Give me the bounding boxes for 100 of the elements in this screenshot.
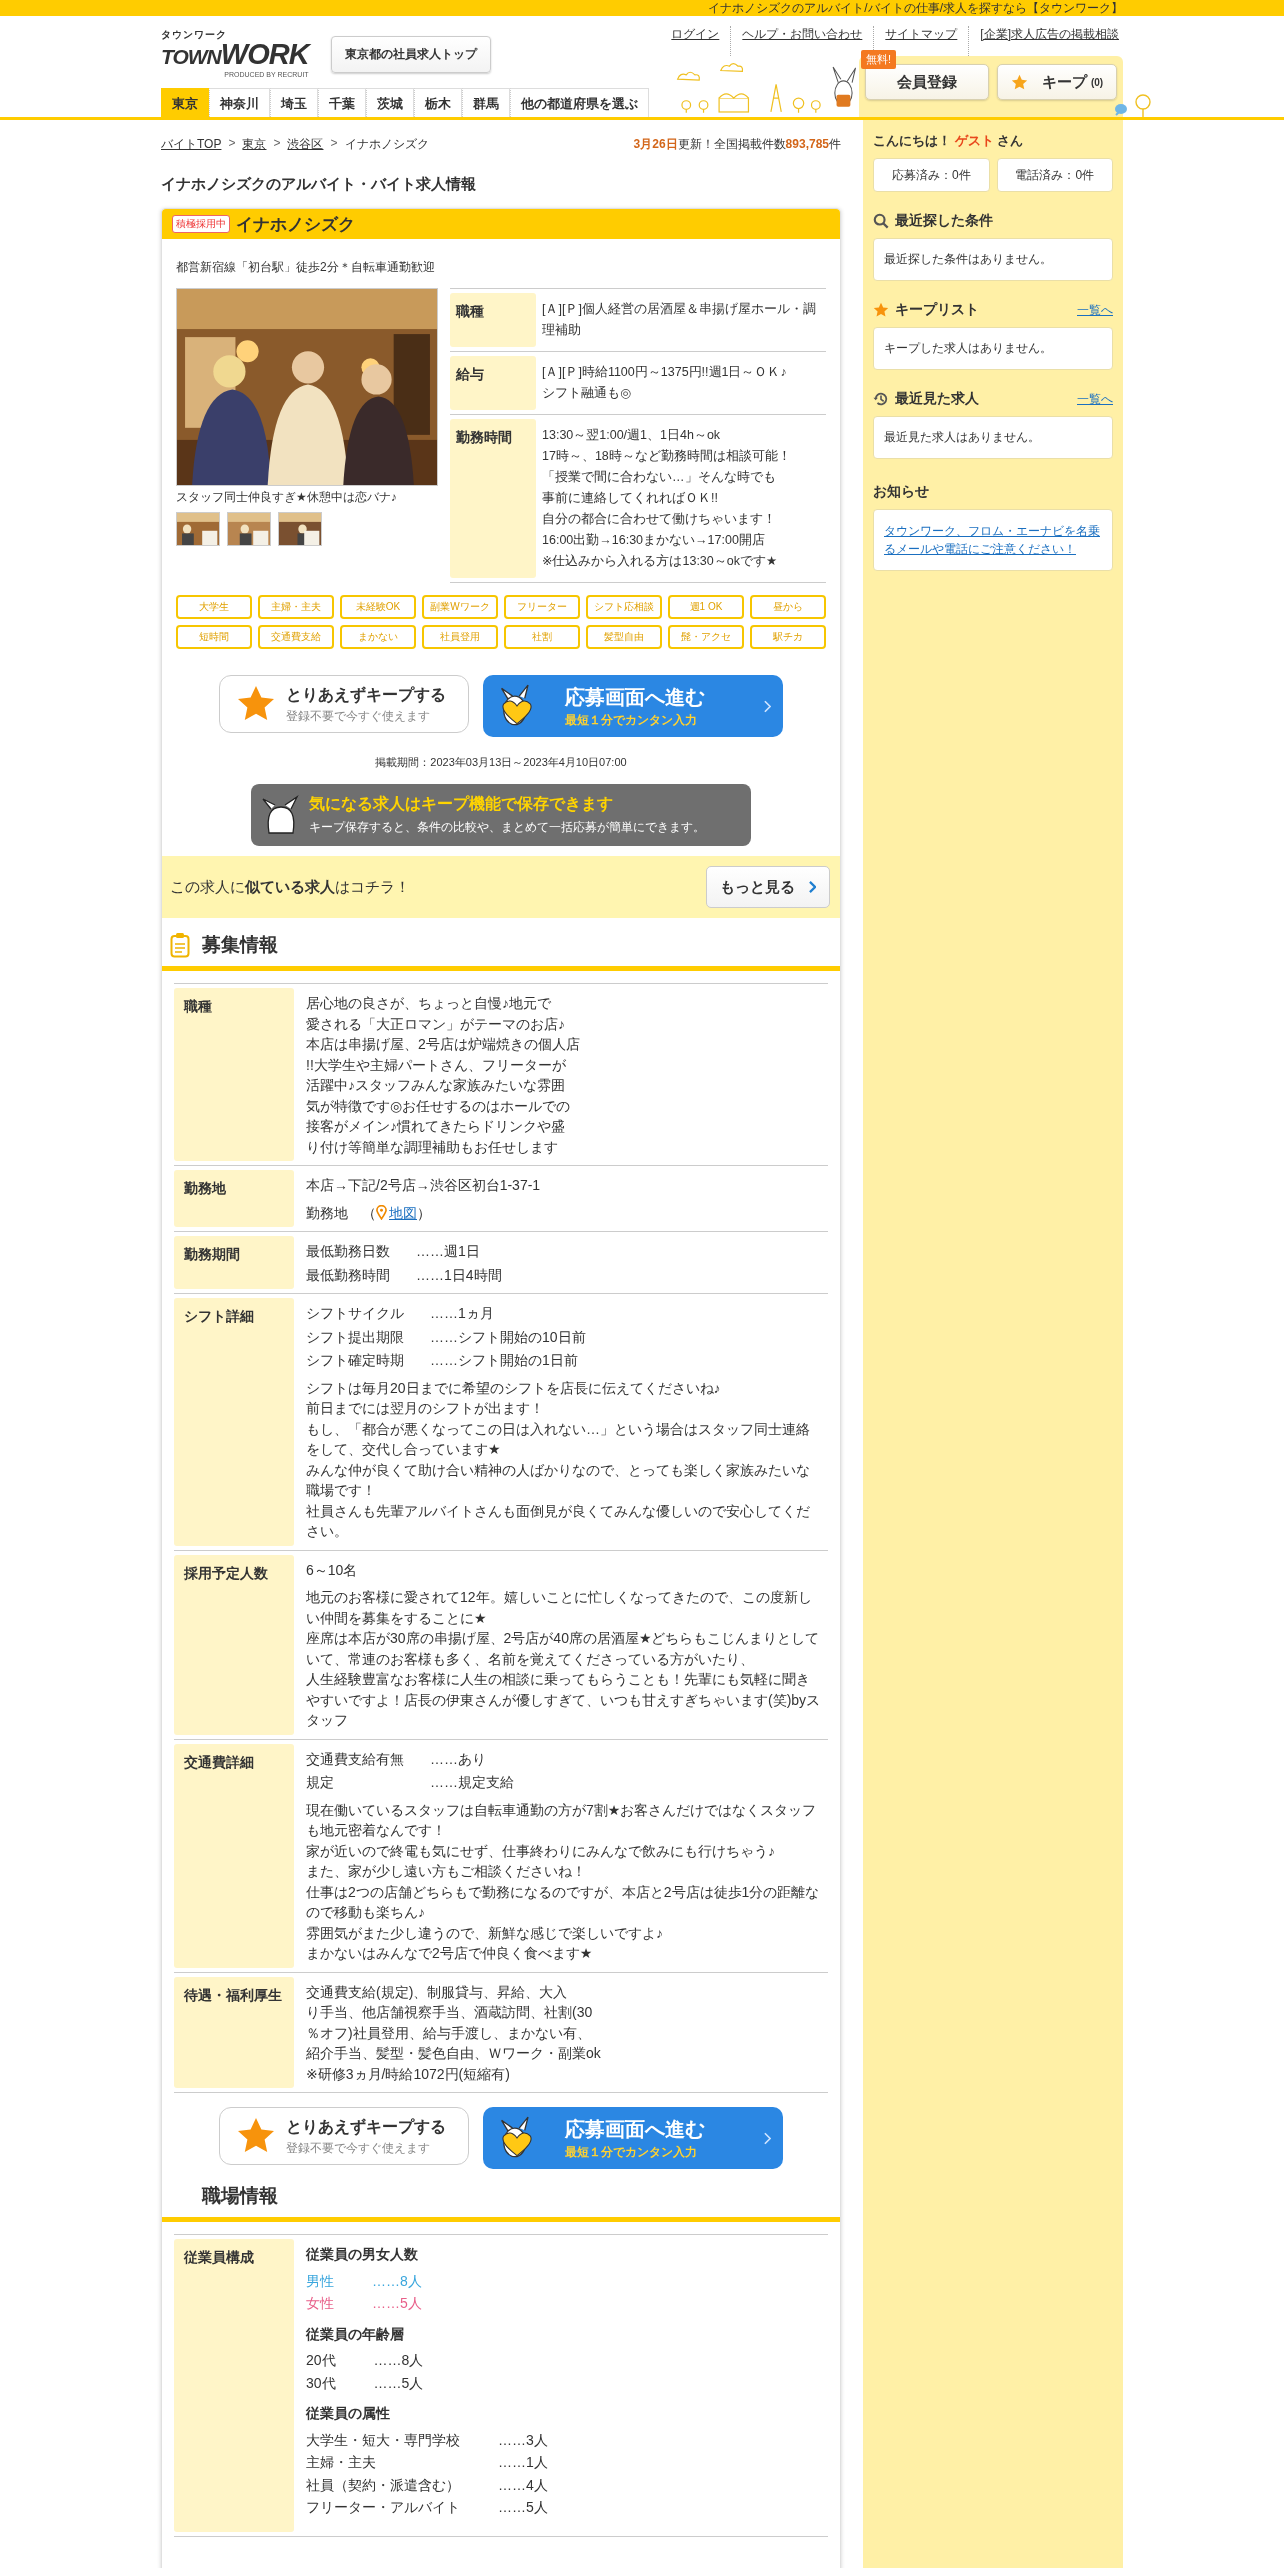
breadcrumb-separator: > [330, 136, 338, 152]
keep-button[interactable]: とりあえずキープする 登録不要で今すぐ使えます [219, 2107, 469, 2165]
register-button[interactable]: 会員登録 [865, 64, 989, 100]
detail-key: 女性 [306, 2293, 334, 2314]
view-all-link[interactable]: 一覧へ [1077, 301, 1113, 319]
detail-key: 最低勤務時間 [306, 1264, 390, 1285]
detail-value: ……規定支給 [430, 1773, 514, 1792]
prefecture-tab[interactable]: 栃木 [414, 88, 462, 117]
detail-label: 交通費詳細 [174, 1743, 294, 1968]
prefecture-tab[interactable]: 茨城 [366, 88, 414, 117]
see-more-button[interactable]: もっと見る [706, 866, 830, 908]
banner-title: 気になる求人はキープ機能で保存できます [309, 794, 614, 815]
map-pin-icon [376, 1205, 387, 1221]
prefecture-tab[interactable]: 千葉 [318, 88, 366, 117]
page-title: イナホノシズクのアルバイト・バイト求人情報 [161, 175, 477, 194]
feature-tag: 週1 OK [668, 595, 744, 619]
detail-label: 従業員構成 [174, 2239, 294, 2532]
star-icon [873, 302, 889, 318]
logo-wordmark[interactable]: TOWNWORK [161, 40, 309, 69]
breadcrumb-separator: > [273, 136, 281, 152]
detail-label: 職種 [174, 988, 294, 1161]
feature-tag: シフト応相談 [586, 595, 662, 619]
detail-key: フリーター・アルバイト [306, 2497, 460, 2518]
greeting-text: こんにちは！ ゲスト さん [873, 132, 1025, 150]
clipboard-icon [170, 932, 190, 958]
detail-label: 待遇・福利厚生 [174, 1976, 294, 2088]
feature-tag: 短時間 [176, 625, 252, 649]
prefecture-tab[interactable]: 他の都道府県を選ぶ [510, 88, 649, 117]
update-notice: 3月26日更新！全国掲載件数893,785件 [633, 136, 841, 153]
detail-text: シフトは毎月20日までに希望のシフトを店長に伝えてくださいね♪ 前日までには翌月のシフトが出ます！ もし、「都合が悪くなってこの日は入れない…」という場合はスタッフ同士連絡をして、交代し合っています★ みんな仲が良くて助け合い精神の人ばかりなので、とっても楽しく家族みたいな職場です！ 社員さんも先輩アルバイトさんも面倒見が良くてみんな優しいので安心してください。 [306, 1378, 811, 1541]
site-tagline: イナホノシズクのアルバイト/バイトの仕事/求人を探すなら【タウンワーク】 [708, 1, 1123, 15]
summary-label: 職種 [450, 293, 536, 347]
prefecture-tab[interactable]: 神奈川 [209, 88, 270, 117]
sidebar-heading: キープリスト [895, 301, 980, 319]
breadcrumb-link[interactable]: バイトTOP [161, 136, 222, 153]
breadcrumb-separator: > [228, 136, 236, 152]
detail-value: ……あり [430, 1749, 487, 1769]
status-counter[interactable]: 応募済み：0件 [873, 158, 990, 192]
job-name: イナホノシズク [236, 213, 355, 236]
detail-key: 20代 [306, 2350, 336, 2371]
apply-button[interactable]: 応募画面へ進む 最短１分でカンタン入力 [483, 675, 783, 737]
detail-text: 地元のお客様に愛されて12年。嬉しいことに忙しくなってきたので、この度新しい仲間を募集をすることに★ 座席は本店が30席の串揚げ屋、2号店が40席の居酒屋★どちらもこじんまりとしていて、常連のお客様も多く、名前を覚えてくださっている方がいたり、 人生経験豊富なお客様に人生の相談に乗ってもらうことも！先輩にも気軽に聞きやすいですよ！店長の伊東さんが優しすぎて、いつも甘えすぎちゃいます(笑)byスタッフ [306, 1588, 822, 1730]
feature-tag: 主婦・主夫 [258, 595, 334, 619]
chevron-right-icon [764, 699, 771, 713]
chevron-right-icon [809, 881, 816, 893]
group-title: 従業員の年齢層 [306, 2324, 405, 2344]
feature-tag: 髪型自由 [586, 625, 662, 649]
detail-key: 主婦・主夫 [306, 2452, 460, 2473]
detail-text: 交通費支給(規定)、制服貸与、昇給、大入 り手当、他店舗視察手当、酒蔵訪問、社割(30 ％オフ)社員登用、給与手渡し、まかない有、 紹介手当、髪型・髪色自由、Ｗワーク・副業ok ※研修3ヵ月/時給1072円(短縮有) [306, 1982, 602, 2084]
detail-text: 現在働いているスタッフは自転車通勤の方が7割★お客さんだけではなくスタッフも地元密着なんです！ 家が近いので終電も気にせず、仕事終わりにみんなで飲みにも行けちゃう♪ また、家が少し遠い方もご相談くださいね！ 仕事は2つの店舗どちらもで勤務になるのですが、本店と2号店は徒歩1分の距離なので移動も楽ちん♪ 雰囲気がまた少し違うので、新鮮な感じで楽しいですよ♪ まかないはみんなで2号店で仲良く食べます★ [306, 1800, 821, 1963]
keep-button[interactable]: とりあえずキープする 登録不要で今すぐ使えます [219, 675, 469, 733]
detail-key: 規定 [306, 1772, 404, 1793]
detail-text: 居心地の良さが、ちょっと自慢♪地元で 愛される「大正ロマン」がテーマのお店♪ 本店は串揚げ屋、2号店は炉端焼きの個人店 !!大学生や主婦パートさん、フリーターが 活躍中♪スタッフみんな家族みたいな雰囲 気が特徴です◎お任せするのはホールでの 接客がメイン♪慣れてきたらドリンクや盛 り付け等簡単な調理補助もお任せします [306, 994, 581, 1157]
keep-list-button[interactable]: キープ (0) [997, 64, 1117, 100]
feature-tag: 未経験OK [340, 595, 416, 619]
detail-text: 本店→下記/2号店→渋谷区初台1-37-1 [306, 1176, 542, 1195]
detail-value: ……8人 [372, 2271, 422, 2291]
sidebar-heading: お知らせ [873, 483, 930, 501]
detail-label: 勤務地 [174, 1170, 294, 1227]
detail-value: ……シフト開始の1日前 [430, 1351, 579, 1370]
detail-key: シフトサイクル [306, 1303, 404, 1324]
status-counter[interactable]: 電話済み：0件 [996, 158, 1113, 192]
sidebar-heading: 最近見た求人 [895, 390, 980, 408]
section-heading: 職場情報 [202, 2184, 278, 2208]
detail-value: ……1日4時間 [416, 1265, 502, 1285]
empty-message: 最近見た求人はありません。 [873, 416, 1113, 459]
breadcrumb-current: イナホノシズク [344, 136, 429, 153]
prefecture-tab[interactable]: 埼玉 [270, 88, 318, 117]
feature-tag: 昼から [750, 595, 826, 619]
free-badge: 無料! [861, 50, 897, 69]
history-icon [873, 391, 889, 407]
photo-caption: スタッフ同士仲良すぎ★休憩中は恋バナ♪ [176, 489, 398, 506]
header-link[interactable]: ログイン [660, 26, 731, 56]
detail-value: ……5人 [498, 2498, 548, 2517]
detail-value: ……8人 [373, 2351, 424, 2370]
detail-text: 6～10名 [306, 1560, 359, 1580]
feature-tag: 大学生 [176, 595, 252, 619]
bird-and-tree-drawing [1113, 93, 1153, 117]
map-link[interactable]: 地図 [389, 1202, 417, 1223]
view-all-link[interactable]: 一覧へ [1077, 390, 1113, 408]
detail-value: ……シフト開始の10日前 [430, 1327, 586, 1347]
search-icon [873, 213, 889, 229]
breadcrumb-link[interactable]: 東京 [242, 136, 267, 153]
feature-tag: 髭・アクセ [668, 625, 744, 649]
sidebar-heading: 最近探した条件 [895, 212, 994, 230]
detail-key: 最低勤務日数 [306, 1241, 390, 1262]
feature-tag: 交通費支給 [258, 625, 334, 649]
apply-button[interactable]: 応募画面へ進む 最短１分でカンタン入力 [483, 2107, 783, 2169]
breadcrumb-link[interactable]: 渋谷区 [287, 136, 324, 153]
detail-label: 採用予定人数 [174, 1554, 294, 1735]
detail-value: ……3人 [498, 2430, 548, 2450]
similar-jobs-text: この求人に似ている求人はコチラ！ [170, 877, 410, 897]
detail-label: シフト詳細 [174, 1298, 294, 1546]
prefecture-tab[interactable]: 群馬 [462, 88, 510, 117]
company-jobs-button[interactable]: 東京都の社員求人トップ [330, 35, 491, 73]
detail-value: ……1ヵ月 [430, 1304, 495, 1323]
feature-tag: 社員登用 [422, 625, 498, 649]
prefecture-tab[interactable]: 東京 [161, 88, 209, 117]
posting-period: 掲載期間：2023年03月13日～2023年4月10日07:00 [374, 755, 628, 770]
detail-key: 社員（契約・派遣含む） [306, 2474, 460, 2495]
